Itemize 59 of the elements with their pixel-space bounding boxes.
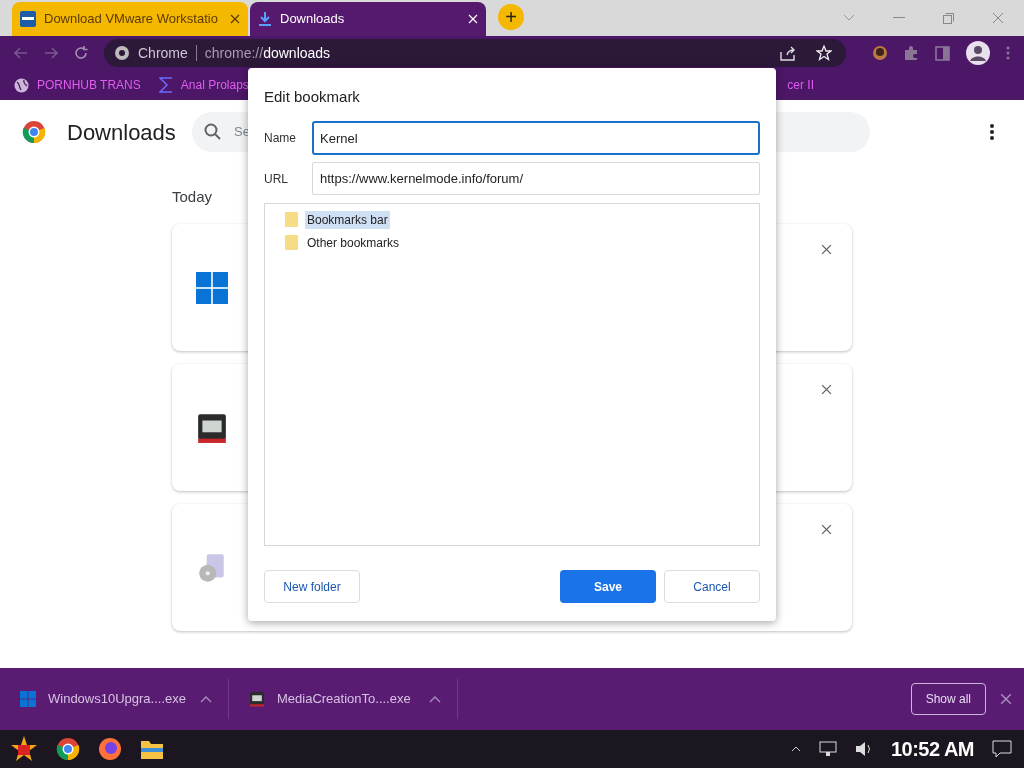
browser-tab[interactable]: Download VMware Workstatio <box>12 2 248 36</box>
dialog-title: Edit bookmark <box>264 87 361 106</box>
search-icon <box>204 123 222 141</box>
section-heading: Today <box>172 187 214 206</box>
speaker-icon[interactable] <box>854 741 873 757</box>
show-all-button[interactable]: Show all <box>910 683 986 715</box>
share-icon[interactable] <box>780 45 796 61</box>
windows-logo-icon <box>196 271 228 304</box>
more-options-icon[interactable] <box>990 124 994 140</box>
field-label: URL <box>264 170 289 188</box>
close-icon[interactable] <box>821 524 832 535</box>
monitor-icon <box>249 691 265 707</box>
firefox-logo-icon[interactable] <box>98 737 122 761</box>
sigma-icon <box>158 77 173 93</box>
folder-icon[interactable] <box>140 738 164 760</box>
chevron-up-icon[interactable] <box>790 746 801 752</box>
field-label: Name <box>264 130 297 147</box>
start-icon[interactable] <box>10 735 38 763</box>
caret-icon[interactable] <box>200 695 212 703</box>
browser-tab[interactable]: Downloads <box>250 2 486 36</box>
url-field[interactable]: https://www.kernelmode.info/forum/ <box>312 162 760 195</box>
puzzle-icon[interactable] <box>904 45 919 61</box>
download-filename[interactable]: Windows10Upgra....exe <box>48 689 188 709</box>
bookmark-link[interactable]: cer II <box>787 76 814 94</box>
caret-icon[interactable] <box>429 695 441 703</box>
bookmark-link[interactable]: Anal Prolaps <box>180 76 249 94</box>
menu-icon[interactable] <box>1006 46 1010 60</box>
download-icon <box>258 11 272 27</box>
profile-avatar-icon[interactable] <box>966 41 990 65</box>
windows-logo-icon <box>20 691 36 707</box>
folder-icon <box>285 235 298 250</box>
site-logo-icon <box>20 11 36 27</box>
folder-item[interactable]: Other bookmarks <box>305 233 402 252</box>
close-icon[interactable] <box>230 14 240 24</box>
url-text: chrome://downloads <box>204 43 331 63</box>
dialog-button[interactable]: Save <box>560 570 656 603</box>
tab-title: Download VMware Workstatio <box>44 10 219 29</box>
star-icon[interactable] <box>816 45 832 61</box>
close-icon[interactable] <box>821 244 832 255</box>
network-icon[interactable] <box>818 741 837 757</box>
side-panel-icon[interactable] <box>935 45 950 61</box>
folder-item[interactable]: Bookmarks bar <box>305 210 390 229</box>
monitor-icon <box>196 411 228 444</box>
dialog-button[interactable]: Cancel <box>664 570 760 603</box>
clock[interactable]: 10:52 AM <box>890 734 974 764</box>
download-filename[interactable]: MediaCreationTo....exe <box>277 689 417 709</box>
tab-title: Downloads <box>280 10 346 29</box>
site-label: Chrome <box>138 43 188 63</box>
reload-icon[interactable] <box>74 46 88 60</box>
folder-icon <box>285 212 298 227</box>
new-tab-button[interactable]: + <box>498 4 524 30</box>
notification-icon[interactable] <box>992 740 1012 758</box>
page-title: Downloads <box>67 118 176 147</box>
name-field[interactable]: Kernel <box>312 121 760 155</box>
close-icon[interactable] <box>821 384 832 395</box>
bookmark-link[interactable]: PORNHUB TRANS <box>37 76 141 94</box>
address-bar[interactable]: Chrome chrome://downloads <box>104 39 846 67</box>
globe-icon <box>14 77 29 93</box>
dialog-button[interactable]: New folder <box>264 570 360 603</box>
